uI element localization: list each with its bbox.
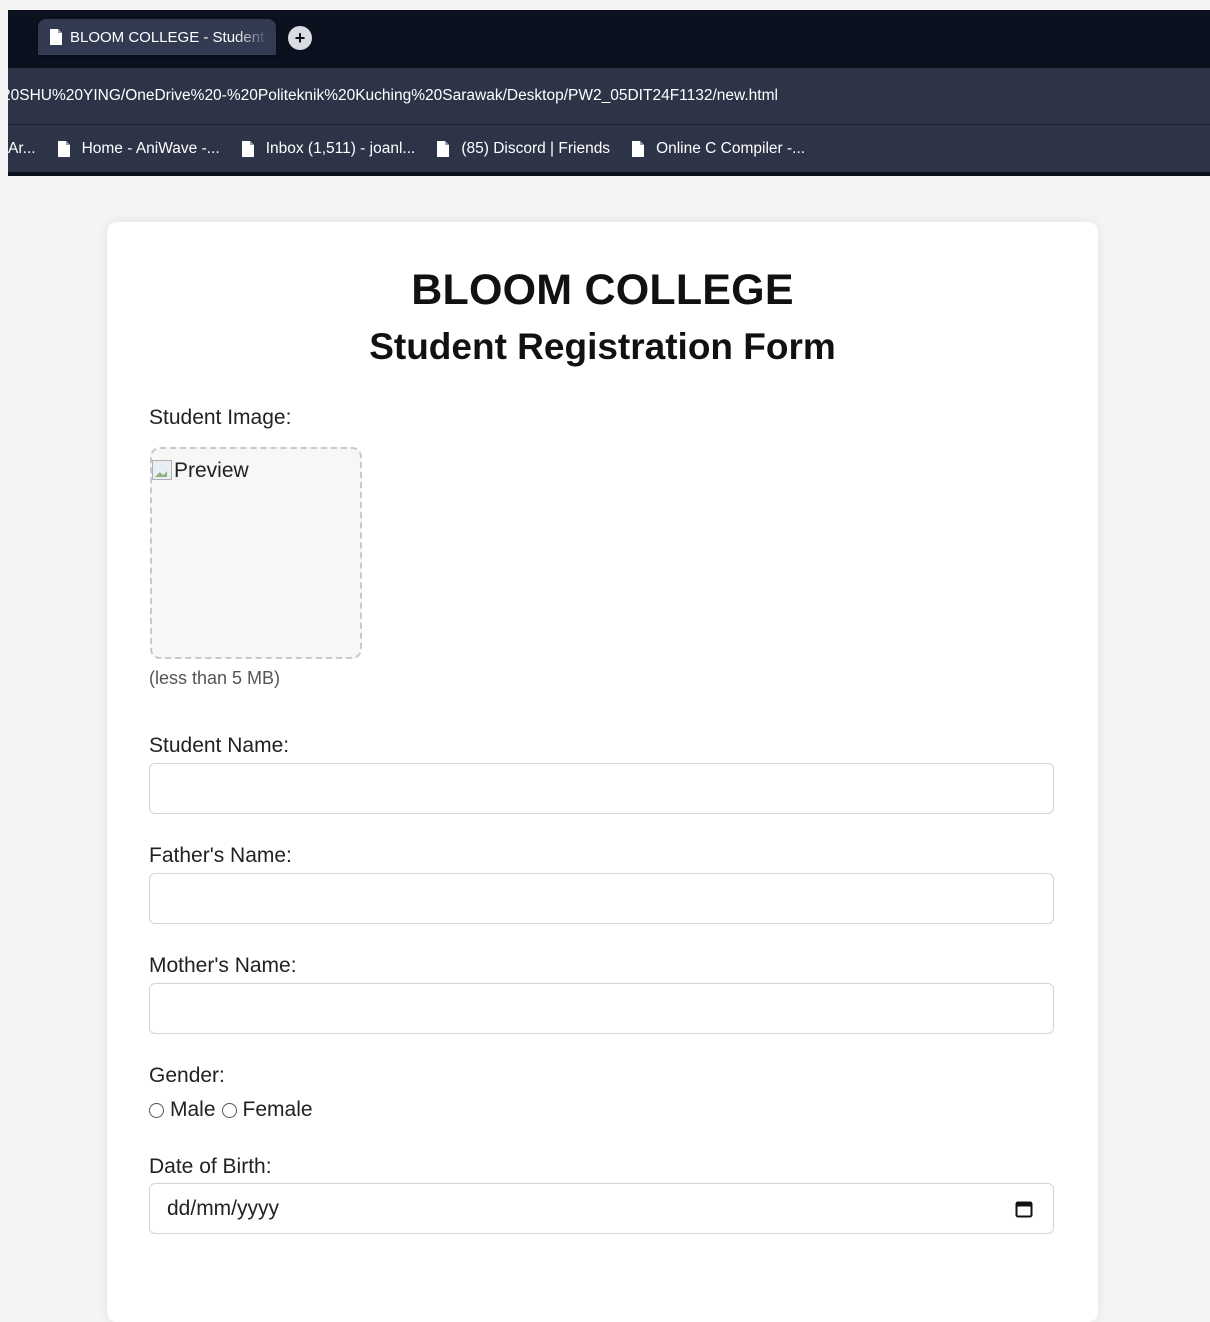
bookmark-label: Home - AniWave -... [81,139,220,157]
document-icon [632,140,645,157]
form-title: Student Registration Form [369,326,836,367]
gender-male-radio[interactable] [149,1102,164,1118]
browser-chrome: BLOOM COLLEGE - Student Registration For… [8,10,1210,176]
father-name-label: Father's Name: [149,844,292,867]
address-bar[interactable]: 20SHU%20YING/OneDrive%20-%20Politeknik%2… [8,68,1210,125]
gender-female-radio[interactable] [221,1102,237,1118]
broken-image-icon [152,460,172,480]
image-preview-box[interactable]: Preview [150,447,362,659]
gender-female-label[interactable]: Female [243,1098,313,1122]
registration-card: BLOOM COLLEGE Student Registration Form … [107,222,1098,1322]
bookmark-label: Inbox (1,511) - joanl... [265,139,416,157]
bookmark-item[interactable]: (85) Discord | Friends [437,140,610,158]
document-icon [57,140,70,157]
bookmark-item[interactable]: Ar... [8,140,36,158]
broken-image: Preview [152,459,249,483]
image-size-hint: (less than 5 MB) [149,668,281,688]
student-name-label: Student Name: [149,734,290,757]
dob-label: Date of Birth: [149,1155,272,1178]
plus-icon: + [294,28,306,48]
mother-name-label: Mother's Name: [149,954,297,977]
gender-label: Gender: [149,1064,225,1087]
calendar-icon[interactable] [1015,1200,1033,1218]
document-icon [50,29,62,45]
bookmarks-bar: Ar... Home - AniWave -... Inbox (1,511) … [8,125,1210,176]
gender-male-label[interactable]: Male [170,1098,216,1122]
student-name-input[interactable] [149,763,1054,814]
student-image-label: Student Image: [149,406,292,429]
tab-strip: BLOOM COLLEGE - Student Registration For… [8,10,1210,68]
father-name-input[interactable] [149,873,1054,924]
dob-placeholder: dd/mm/yyyy [167,1196,280,1220]
bookmark-item[interactable]: Home - AniWave -... [57,139,220,158]
document-icon [437,140,450,157]
bookmark-item[interactable]: Inbox (1,511) - joanl... [241,139,416,158]
bookmark-label: Online C Compiler -... [656,139,806,157]
dob-input[interactable]: dd/mm/yyyy [149,1183,1054,1234]
document-icon [241,140,254,157]
tab-title: BLOOM COLLEGE - Student Registration For… [70,28,270,46]
gender-radio-group: Male Female [149,1098,319,1122]
college-name: BLOOM COLLEGE [411,266,794,314]
address-url: 20SHU%20YING/OneDrive%20-%20Politeknik%2… [8,87,778,104]
new-tab-button[interactable]: + [288,26,312,50]
bookmark-label: (85) Discord | Friends [461,139,611,157]
mother-name-input[interactable] [149,983,1054,1034]
browser-tab[interactable]: BLOOM COLLEGE - Student Registration For… [38,19,276,55]
bookmark-item[interactable]: Online C Compiler -... [632,140,805,158]
image-alt-text: Preview [174,459,249,482]
bookmark-label: Ar... [8,139,36,157]
